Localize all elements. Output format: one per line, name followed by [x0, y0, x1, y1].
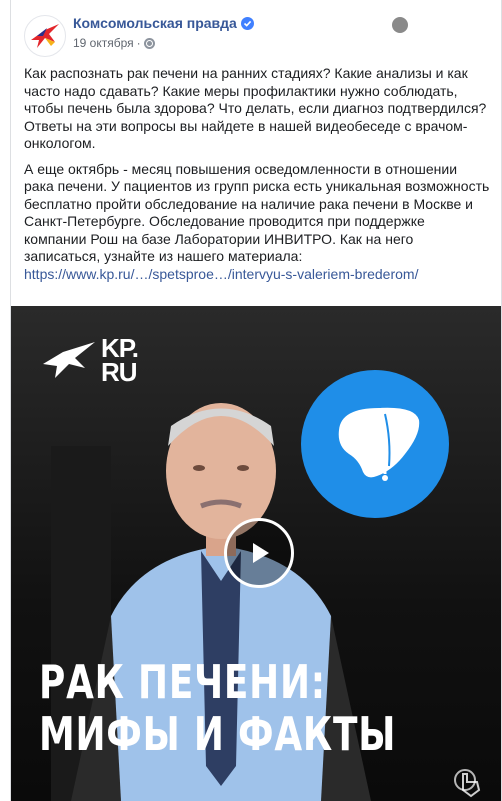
verified-badge-icon [240, 16, 254, 30]
post-date[interactable]: 19 октября [73, 36, 134, 50]
kp-ru-logo: KP. RU [41, 335, 139, 387]
post-paragraph-2: А еще октябрь - месяц повышения осведомл… [24, 161, 490, 284]
globe-icon[interactable] [143, 37, 155, 49]
post-paragraph-2-text: А еще октябрь - месяц повышения осведомл… [24, 160, 490, 265]
video-preview[interactable]: KP. RU РАК ПЕЧЕНИ: МИФЫ И ФАКТЫ [11, 306, 501, 801]
video-headline: РАК ПЕЧЕНИ: МИФЫ И ФАКТЫ [39, 656, 396, 760]
liver-illustration [301, 370, 449, 518]
meta-separator: · [136, 36, 141, 50]
liver-icon [338, 407, 420, 481]
post-meta: 19 октября · [73, 36, 155, 50]
page-name-link[interactable]: Комсомольская правда [73, 15, 254, 31]
play-button[interactable] [224, 518, 294, 588]
kp-swallow-logo-icon [31, 24, 59, 48]
facebook-post: Комсомольская правда 19 октября · Как ра… [10, 0, 502, 801]
article-link[interactable]: https://www.kp.ru/…/spetsproe…/intervyu-… [24, 266, 418, 282]
post-text: Как распознать рак печени на ранних стад… [24, 65, 490, 291]
headline-line-1: РАК ПЕЧЕНИ: [39, 655, 326, 709]
kp-swallow-white-icon [43, 342, 95, 378]
headline-line-2: МИФЫ И ФАКТЫ [39, 707, 397, 761]
page-avatar[interactable] [24, 15, 66, 57]
kp-logo-line2: RU [101, 357, 138, 387]
pin-dot-icon [392, 17, 408, 33]
post-paragraph-1: Как распознать рак печени на ранних стад… [24, 65, 487, 151]
page-name-text[interactable]: Комсомольская правда [73, 15, 237, 31]
play-icon [253, 543, 269, 563]
hand-cursor-icon [454, 769, 481, 798]
